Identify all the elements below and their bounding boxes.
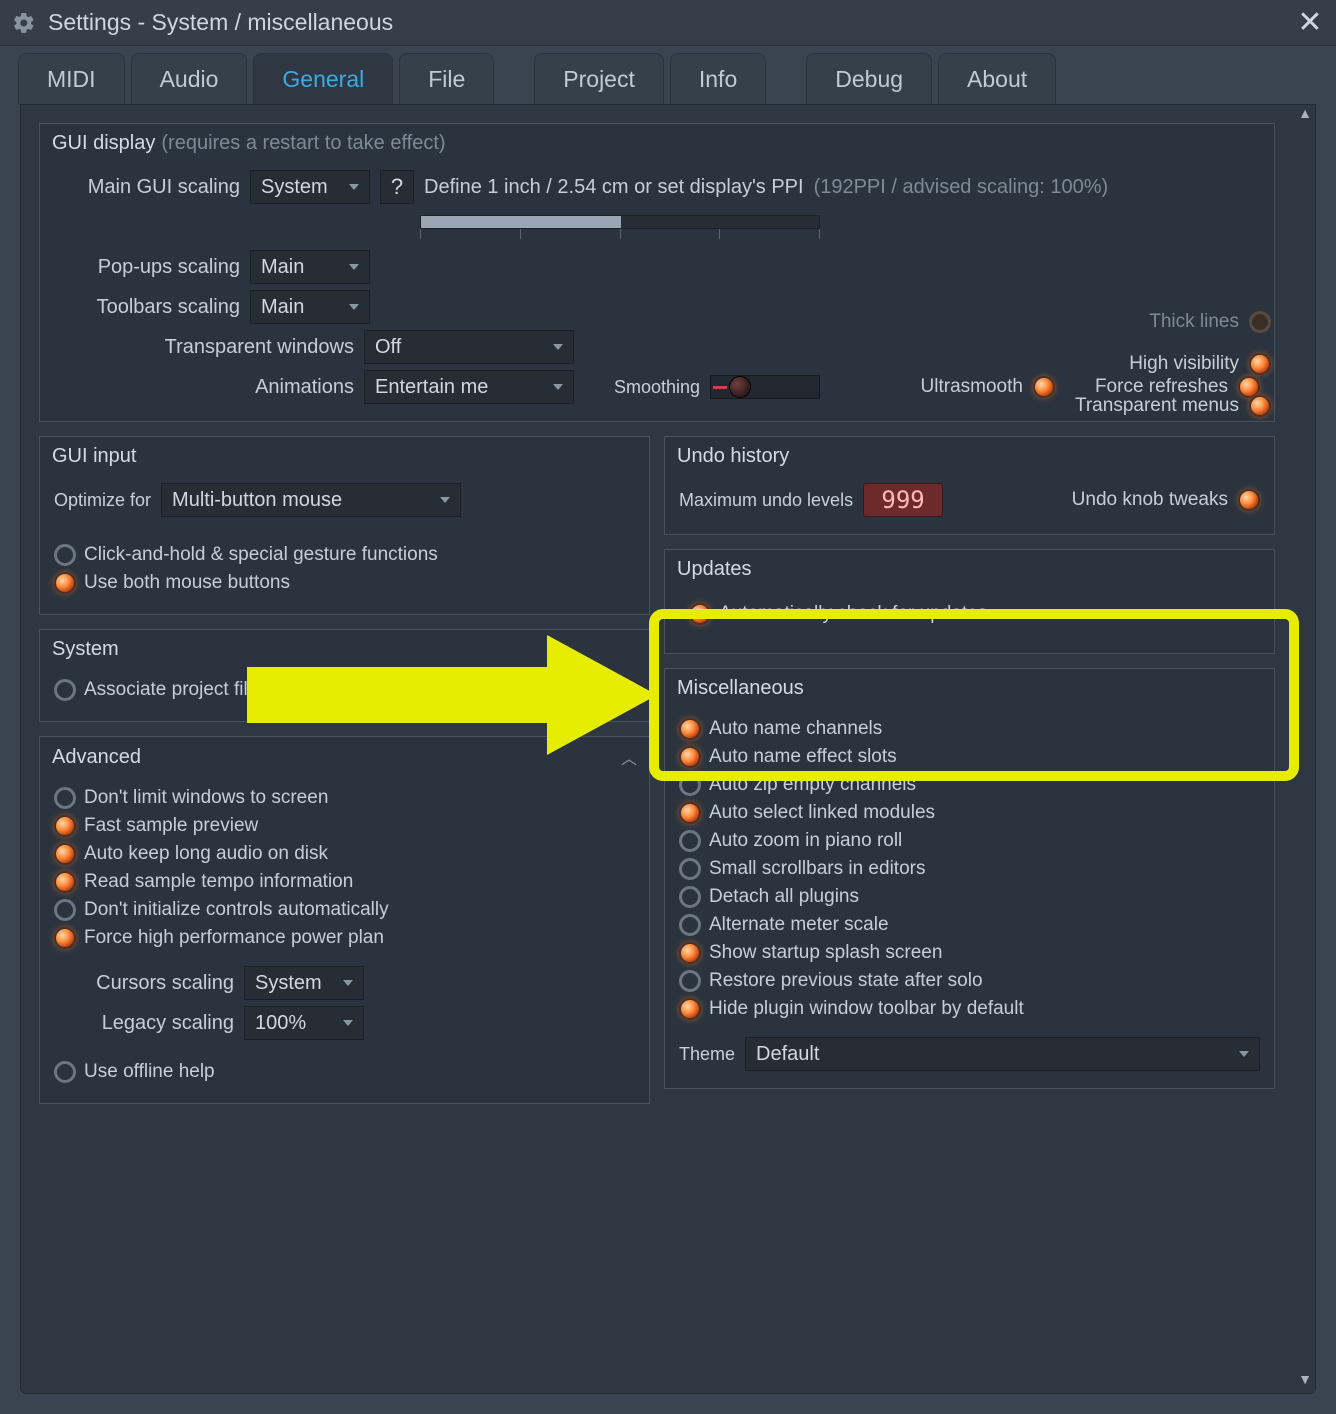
chevron-down-icon bbox=[440, 497, 450, 503]
chevron-down-icon bbox=[343, 1020, 353, 1026]
misc-item-6[interactable]: Detach all plugins bbox=[679, 886, 1260, 908]
animations-dropdown[interactable]: Entertain me bbox=[364, 370, 574, 404]
gui-display-header: GUI display bbox=[52, 132, 155, 155]
misc-item-9[interactable]: Restore previous state after solo bbox=[679, 970, 1260, 992]
tab-general[interactable]: General bbox=[253, 53, 393, 105]
max-undo-label: Maximum undo levels bbox=[679, 490, 853, 511]
chevron-down-icon bbox=[349, 184, 359, 190]
scrollbar[interactable]: ▲ ▼ bbox=[1295, 105, 1315, 1393]
transparent-windows-dropdown[interactable]: Off bbox=[364, 330, 574, 364]
legacy-scaling-label: Legacy scaling bbox=[54, 1012, 234, 1035]
panel-updates: Updates Automatically check for updates bbox=[664, 549, 1275, 654]
smoothing-slider[interactable] bbox=[710, 375, 820, 399]
titlebar: Settings - System / miscellaneous ✕ bbox=[0, 0, 1336, 46]
window-title: Settings - System / miscellaneous bbox=[48, 9, 1296, 36]
click-hold-toggle[interactable]: Click-and-hold & special gesture functio… bbox=[54, 544, 635, 566]
updates-header: Updates bbox=[677, 558, 752, 581]
tab-midi[interactable]: MIDI bbox=[18, 53, 125, 105]
system-header: System bbox=[52, 638, 119, 661]
popups-dropdown[interactable]: Main bbox=[250, 250, 370, 284]
misc-item-0[interactable]: Auto name channels bbox=[679, 718, 1260, 740]
chevron-down-icon bbox=[553, 344, 563, 350]
toolbars-dropdown[interactable]: Main bbox=[250, 290, 370, 324]
advanced-item-3[interactable]: Read sample tempo information bbox=[54, 871, 635, 893]
animations-label: Animations bbox=[54, 376, 354, 399]
tab-audio[interactable]: Audio bbox=[131, 53, 248, 105]
tab-debug[interactable]: Debug bbox=[806, 53, 932, 105]
ppi-hint: (192PPI / advised scaling: 100%) bbox=[814, 176, 1109, 199]
chevron-down-icon bbox=[349, 304, 359, 310]
tab-project[interactable]: Project bbox=[534, 53, 664, 105]
gui-input-header: GUI input bbox=[52, 445, 136, 468]
gear-icon bbox=[12, 11, 36, 35]
transparent-windows-label: Transparent windows bbox=[54, 336, 354, 359]
cursors-scaling-dropdown[interactable]: System bbox=[244, 966, 364, 1000]
smoothing-label: Smoothing bbox=[614, 377, 700, 398]
toolbars-label: Toolbars scaling bbox=[54, 296, 240, 319]
advanced-item-1[interactable]: Fast sample preview bbox=[54, 815, 635, 837]
main-scaling-dropdown[interactable]: System bbox=[250, 170, 370, 204]
panel-gui-display: GUI display (requires a restart to take … bbox=[39, 123, 1275, 422]
misc-item-10[interactable]: Hide plugin window toolbar by default bbox=[679, 998, 1260, 1020]
ppi-slider[interactable] bbox=[420, 215, 820, 229]
misc-item-4[interactable]: Auto zoom in piano roll bbox=[679, 830, 1260, 852]
misc-item-1[interactable]: Auto name effect slots bbox=[679, 746, 1260, 768]
advanced-header: Advanced bbox=[52, 746, 141, 769]
ultrasmooth-toggle[interactable]: Ultrasmooth bbox=[921, 376, 1055, 398]
main-scaling-label: Main GUI scaling bbox=[54, 176, 240, 199]
scroll-up-icon[interactable]: ▲ bbox=[1295, 105, 1315, 127]
optimize-dropdown[interactable]: Multi-button mouse bbox=[161, 483, 461, 517]
popups-label: Pop-ups scaling bbox=[54, 256, 240, 279]
optimize-label: Optimize for bbox=[54, 490, 151, 511]
misc-item-5[interactable]: Small scrollbars in editors bbox=[679, 858, 1260, 880]
chevron-down-icon bbox=[349, 264, 359, 270]
chevron-down-icon bbox=[553, 384, 563, 390]
thick-lines-toggle[interactable]: Thick lines bbox=[1149, 311, 1271, 333]
misc-item-8[interactable]: Show startup splash screen bbox=[679, 942, 1260, 964]
scroll-down-icon[interactable]: ▼ bbox=[1295, 1371, 1315, 1393]
misc-item-7[interactable]: Alternate meter scale bbox=[679, 914, 1260, 936]
gui-display-hint: (requires a restart to take effect) bbox=[161, 132, 445, 155]
transparent-menus-toggle[interactable]: Transparent menus bbox=[1075, 395, 1271, 417]
cursors-scaling-label: Cursors scaling bbox=[54, 972, 234, 995]
help-button[interactable]: ? bbox=[380, 170, 414, 204]
chevron-down-icon bbox=[343, 980, 353, 986]
tabbar: MIDI Audio General File Project Info Deb… bbox=[0, 46, 1336, 104]
theme-label: Theme bbox=[679, 1044, 735, 1065]
high-visibility-toggle[interactable]: High visibility bbox=[1129, 353, 1271, 375]
auto-check-updates-toggle[interactable]: Automatically check for updates bbox=[689, 603, 1260, 625]
panel-advanced: Advanced ︿ Don't limit windows to screen… bbox=[39, 736, 650, 1104]
panel-undo-history: Undo history Maximum undo levels 999 Und… bbox=[664, 436, 1275, 535]
close-icon[interactable]: ✕ bbox=[1296, 9, 1324, 37]
tab-about[interactable]: About bbox=[938, 53, 1056, 105]
undo-knob-toggle[interactable]: Undo knob tweaks bbox=[1072, 489, 1260, 511]
advanced-item-2[interactable]: Auto keep long audio on disk bbox=[54, 843, 635, 865]
undo-header: Undo history bbox=[677, 445, 789, 468]
max-undo-value[interactable]: 999 bbox=[863, 483, 943, 517]
misc-header: Miscellaneous bbox=[677, 677, 804, 700]
associate-files-toggle[interactable]: Associate project files with application bbox=[54, 679, 635, 701]
misc-item-2[interactable]: Auto zip empty channels bbox=[679, 774, 1260, 796]
advanced-item-5[interactable]: Force high performance power plan bbox=[54, 927, 635, 949]
panel-system: System Associate project files with appl… bbox=[39, 629, 650, 722]
legacy-scaling-dropdown[interactable]: 100% bbox=[244, 1006, 364, 1040]
offline-help-toggle[interactable]: Use offline help bbox=[54, 1061, 635, 1083]
tab-file[interactable]: File bbox=[399, 53, 494, 105]
misc-item-3[interactable]: Auto select linked modules bbox=[679, 802, 1260, 824]
panel-gui-input: GUI input Optimize for Multi-button mous… bbox=[39, 436, 650, 615]
chevron-down-icon bbox=[1239, 1051, 1249, 1057]
advanced-item-0[interactable]: Don't limit windows to screen bbox=[54, 787, 635, 809]
settings-window: Settings - System / miscellaneous ✕ MIDI… bbox=[0, 0, 1336, 1414]
ppi-label: Define 1 inch / 2.54 cm or set display's… bbox=[424, 176, 804, 199]
content-area: ▲ ▼ GUI display (requires a restart to t… bbox=[20, 104, 1316, 1394]
chevron-up-icon[interactable]: ︿ bbox=[621, 745, 637, 769]
panel-miscellaneous: Miscellaneous Auto name channels Auto nam… bbox=[664, 668, 1275, 1089]
use-both-mouse-toggle[interactable]: Use both mouse buttons bbox=[54, 572, 635, 594]
advanced-item-4[interactable]: Don't initialize controls automatically bbox=[54, 899, 635, 921]
tab-info[interactable]: Info bbox=[670, 53, 766, 105]
theme-dropdown[interactable]: Default bbox=[745, 1037, 1260, 1071]
